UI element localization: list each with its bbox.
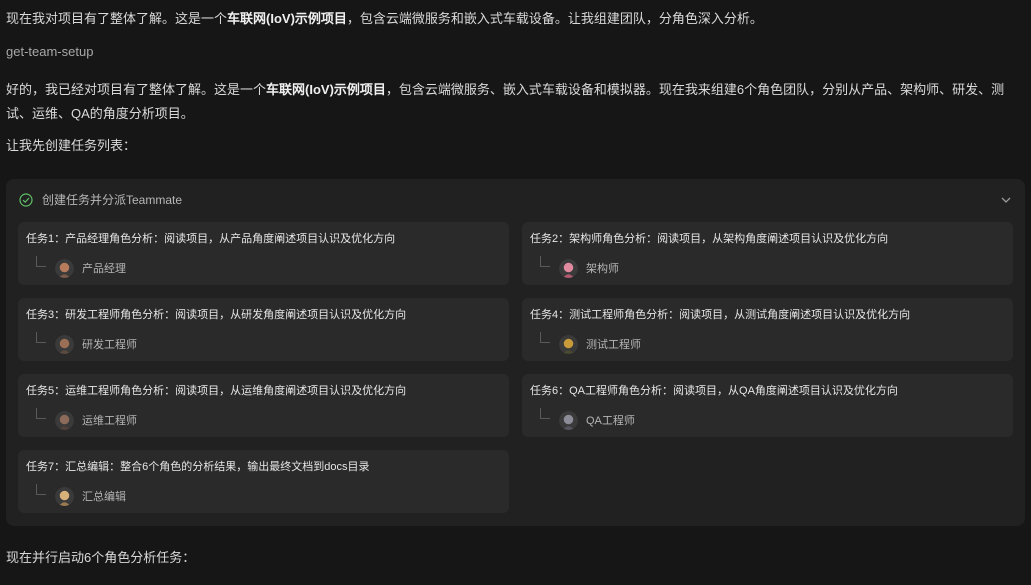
assignee-name: 产品经理: [82, 263, 126, 275]
task-title: 任务3：研发工程师角色分析：阅读项目，从研发角度阐述项目认识及优化方向: [26, 309, 407, 321]
task-card[interactable]: 任务1：产品经理角色分析：阅读项目，从产品角度阐述项目认识及优化方向 产品经理: [18, 222, 509, 285]
task-panel-header[interactable]: 创建任务并分派Teammate: [6, 179, 1025, 221]
tree-connector: [540, 256, 550, 267]
task-title: 任务6：QA工程师角色分析：阅读项目，从QA角度阐述项目认识及优化方向: [530, 385, 898, 397]
task-card[interactable]: 任务7：汇总编辑：整合6个角色的分析结果，输出最终文档到docs目录 汇总编辑: [18, 450, 509, 513]
intro-text-2: ，包含云端微服务和嵌入式车载设备。让我组建团队，分角色深入分析。: [346, 11, 763, 26]
avatar: [55, 259, 74, 278]
avatar: [559, 335, 578, 354]
task-card[interactable]: 任务3：研发工程师角色分析：阅读项目，从研发角度阐述项目认识及优化方向 研发工程…: [18, 298, 509, 361]
assignee-name: 架构师: [586, 263, 619, 275]
task-title: 任务7：汇总编辑：整合6个角色的分析结果，输出最终文档到docs目录: [26, 461, 370, 473]
task-title: 任务2：架构师角色分析：阅读项目，从架构角度阐述项目认识及优化方向: [530, 233, 889, 245]
assignee-name: 研发工程师: [82, 339, 137, 351]
assignee-name: 运维工程师: [82, 415, 137, 427]
task-title: 任务1：产品经理角色分析：阅读项目，从产品角度阐述项目认识及优化方向: [26, 233, 396, 245]
tree-connector: [36, 332, 46, 343]
avatar: [55, 335, 74, 354]
avatar: [559, 259, 578, 278]
assignee-name: 汇总编辑: [82, 491, 126, 503]
team-plan-message: 好的，我已经对项目有了整体了解。这是一个车联网(IoV)示例项目，包含云端微服务…: [6, 78, 1021, 126]
tool-call-label: get-team-setup: [6, 44, 94, 59]
avatar: [55, 411, 74, 430]
team-plan-bold: 车联网(IoV)示例项目: [266, 82, 386, 97]
avatar: [559, 411, 578, 430]
tree-connector: [36, 256, 46, 267]
tree-connector: [36, 484, 46, 495]
launch-message: 现在并行启动6个角色分析任务：: [6, 550, 196, 565]
intro-text-1: 现在我对项目有了整体了解。这是一个: [6, 11, 228, 26]
tree-connector: [36, 408, 46, 419]
task-title: 任务4：测试工程师角色分析：阅读项目，从测试角度阐述项目认识及优化方向: [530, 309, 911, 321]
task-panel-title: 创建任务并分派Teammate: [42, 193, 183, 207]
team-plan-text-1: 好的，我已经对项目有了整体了解。这是一个: [6, 82, 267, 97]
tree-connector: [540, 332, 550, 343]
intro-bold: 车联网(IoV)示例项目: [227, 11, 347, 26]
intro-message: 现在我对项目有了整体了解。这是一个车联网(IoV)示例项目，包含云端微服务和嵌入…: [6, 7, 1021, 31]
task-panel: 创建任务并分派Teammate 任务1：产品经理角色分析：阅读项目，从产品角度阐…: [6, 179, 1025, 526]
check-circle-icon: [19, 193, 33, 207]
assignee-name: QA工程师: [586, 415, 635, 427]
task-card[interactable]: 任务2：架构师角色分析：阅读项目，从架构角度阐述项目认识及优化方向 架构师: [522, 222, 1013, 285]
create-list-message: 让我先创建任务列表：: [6, 138, 137, 153]
assignee-name: 测试工程师: [586, 339, 641, 351]
task-card[interactable]: 任务5：运维工程师角色分析：阅读项目，从运维角度阐述项目认识及优化方向 运维工程…: [18, 374, 509, 437]
tree-connector: [540, 408, 550, 419]
task-card[interactable]: 任务6：QA工程师角色分析：阅读项目，从QA角度阐述项目认识及优化方向 QA工程…: [522, 374, 1013, 437]
task-card[interactable]: 任务4：测试工程师角色分析：阅读项目，从测试角度阐述项目认识及优化方向 测试工程…: [522, 298, 1013, 361]
task-title: 任务5：运维工程师角色分析：阅读项目，从运维角度阐述项目认识及优化方向: [26, 385, 407, 397]
chevron-down-icon[interactable]: [1000, 195, 1012, 205]
avatar: [55, 487, 74, 506]
